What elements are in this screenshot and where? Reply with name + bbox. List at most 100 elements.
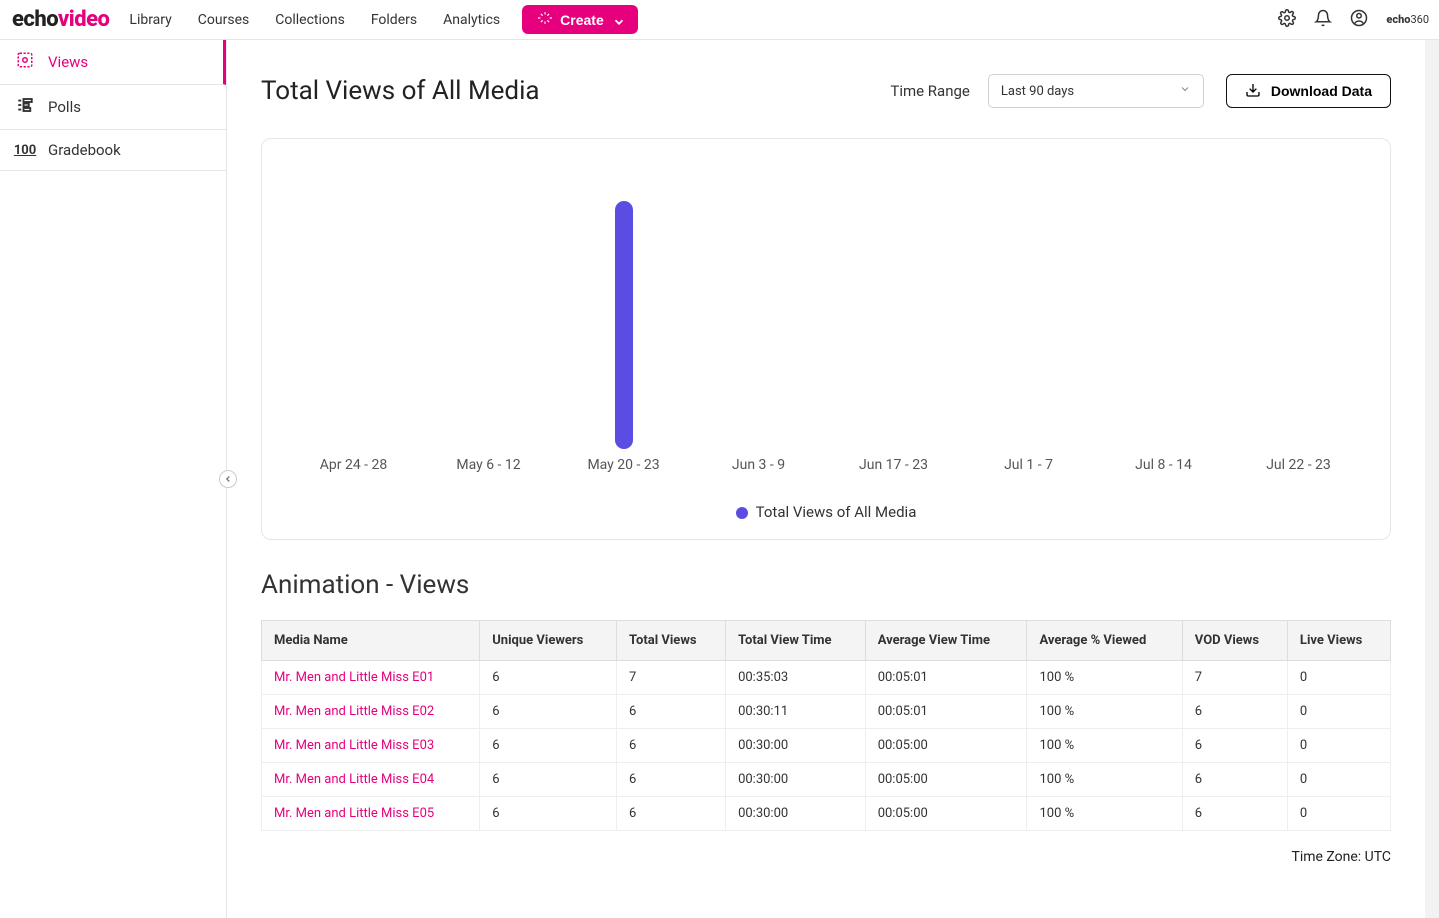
sidebar-item-views[interactable]: Views: [0, 40, 226, 85]
chart-card: Apr 24 - 28May 6 - 12May 20 - 23Jun 3 - …: [261, 138, 1391, 540]
time-range-label: Time Range: [890, 82, 970, 100]
x-tick: Jul 1 - 7: [961, 457, 1096, 477]
chart-x-axis: Apr 24 - 28May 6 - 12May 20 - 23Jun 3 - …: [286, 457, 1366, 477]
profile-icon[interactable]: [1350, 9, 1368, 31]
topbar: echovideo Library Courses Collections Fo…: [0, 0, 1439, 40]
media-link[interactable]: Mr. Men and Little Miss E04: [274, 772, 434, 787]
nav-courses[interactable]: Courses: [198, 12, 249, 28]
table-row: Mr. Men and Little Miss E056600:30:0000:…: [262, 797, 1391, 831]
legend-color-dot: [736, 507, 748, 519]
cell-total-views: 7: [617, 661, 726, 695]
bar-slot: [826, 163, 961, 449]
time-range-value: Last 90 days: [1001, 84, 1074, 99]
col-vod-views[interactable]: VOD Views: [1182, 621, 1287, 661]
media-link[interactable]: Mr. Men and Little Miss E02: [274, 704, 434, 719]
bar-slot: [556, 163, 691, 449]
col-avg-pct-viewed[interactable]: Average % Viewed: [1027, 621, 1182, 661]
section-title: Animation - Views: [261, 570, 1391, 600]
bar-slot: [1096, 163, 1231, 449]
cell-avg-pct: 100 %: [1027, 797, 1182, 831]
cell-total-views: 6: [617, 729, 726, 763]
chart-bar[interactable]: [615, 201, 633, 449]
sidebar-item-label: Polls: [48, 98, 81, 116]
x-tick: Jun 17 - 23: [826, 457, 961, 477]
cell-avg-view-time: 00:05:00: [865, 797, 1027, 831]
cell-unique-viewers: 6: [480, 695, 617, 729]
nav-links: Library Courses Collections Folders Anal…: [129, 12, 500, 28]
media-link[interactable]: Mr. Men and Little Miss E03: [274, 738, 434, 753]
create-button[interactable]: Create: [522, 5, 638, 34]
sidebar-item-polls[interactable]: Polls: [0, 85, 226, 130]
cell-total-views: 6: [617, 797, 726, 831]
logo-video: video: [58, 7, 109, 32]
nav-analytics[interactable]: Analytics: [443, 12, 500, 28]
time-range-select[interactable]: Last 90 days: [988, 74, 1204, 108]
cell-total-view-time: 00:30:00: [726, 763, 866, 797]
media-link[interactable]: Mr. Men and Little Miss E01: [274, 670, 434, 685]
download-icon: [1245, 82, 1261, 101]
sidebar-collapse-handle[interactable]: [219, 470, 237, 488]
nav-folders[interactable]: Folders: [371, 12, 417, 28]
views-table: Media Name Unique Viewers Total Views To…: [261, 620, 1391, 831]
nav-library[interactable]: Library: [129, 12, 171, 28]
cell-total-views: 6: [617, 763, 726, 797]
nav-collections[interactable]: Collections: [275, 12, 345, 28]
cell-live: 0: [1287, 763, 1390, 797]
settings-icon[interactable]: [1278, 9, 1296, 31]
cell-media-name: Mr. Men and Little Miss E01: [262, 661, 480, 695]
download-label: Download Data: [1271, 83, 1372, 99]
content: Total Views of All Media Time Range Last…: [227, 40, 1425, 918]
legend-label: Total Views of All Media: [756, 503, 917, 521]
col-avg-view-time[interactable]: Average View Time: [865, 621, 1027, 661]
cell-unique-viewers: 6: [480, 661, 617, 695]
bar-slot: [691, 163, 826, 449]
cell-media-name: Mr. Men and Little Miss E05: [262, 797, 480, 831]
echo360-badge[interactable]: echo360: [1386, 13, 1429, 26]
col-unique-viewers[interactable]: Unique Viewers: [480, 621, 617, 661]
page-header: Total Views of All Media Time Range Last…: [261, 74, 1391, 108]
col-media-name[interactable]: Media Name: [262, 621, 480, 661]
cell-unique-viewers: 6: [480, 797, 617, 831]
polls-icon: [16, 96, 34, 118]
logo[interactable]: echovideo: [10, 7, 109, 32]
table-header: Media Name Unique Viewers Total Views To…: [262, 621, 1391, 661]
cell-live: 0: [1287, 797, 1390, 831]
x-tick: Jul 22 - 23: [1231, 457, 1366, 477]
table-body: Mr. Men and Little Miss E016700:35:0300:…: [262, 661, 1391, 831]
cell-avg-pct: 100 %: [1027, 695, 1182, 729]
chart-area: [286, 163, 1366, 449]
cell-media-name: Mr. Men and Little Miss E02: [262, 695, 480, 729]
cell-avg-pct: 100 %: [1027, 661, 1182, 695]
cell-total-views: 6: [617, 695, 726, 729]
cell-media-name: Mr. Men and Little Miss E03: [262, 729, 480, 763]
cell-total-view-time: 00:30:00: [726, 797, 866, 831]
table-row: Mr. Men and Little Miss E046600:30:0000:…: [262, 763, 1391, 797]
sidebar-item-gradebook[interactable]: 100 Gradebook: [0, 130, 226, 171]
sparkle-icon: [538, 11, 552, 28]
cell-vod: 6: [1182, 763, 1287, 797]
timezone-label: Time Zone: UTC: [261, 849, 1391, 865]
cell-vod: 6: [1182, 695, 1287, 729]
x-tick: Jun 3 - 9: [691, 457, 826, 477]
x-tick: Jul 8 - 14: [1096, 457, 1231, 477]
cell-vod: 7: [1182, 661, 1287, 695]
cell-avg-pct: 100 %: [1027, 763, 1182, 797]
cell-live: 0: [1287, 661, 1390, 695]
cell-avg-view-time: 00:05:01: [865, 661, 1027, 695]
chevron-down-icon: [612, 15, 622, 25]
cell-avg-view-time: 00:05:00: [865, 763, 1027, 797]
col-live-views[interactable]: Live Views: [1287, 621, 1390, 661]
media-link[interactable]: Mr. Men and Little Miss E05: [274, 806, 434, 821]
x-tick: May 20 - 23: [556, 457, 691, 477]
table-row: Mr. Men and Little Miss E026600:30:1100:…: [262, 695, 1391, 729]
cell-vod: 6: [1182, 729, 1287, 763]
download-data-button[interactable]: Download Data: [1226, 74, 1391, 108]
bar-slot: [421, 163, 556, 449]
bar-slot: [286, 163, 421, 449]
col-total-views[interactable]: Total Views: [617, 621, 726, 661]
notifications-icon[interactable]: [1314, 9, 1332, 31]
scrollbar[interactable]: [1425, 40, 1439, 918]
cell-vod: 6: [1182, 797, 1287, 831]
col-total-view-time[interactable]: Total View Time: [726, 621, 866, 661]
cell-unique-viewers: 6: [480, 763, 617, 797]
